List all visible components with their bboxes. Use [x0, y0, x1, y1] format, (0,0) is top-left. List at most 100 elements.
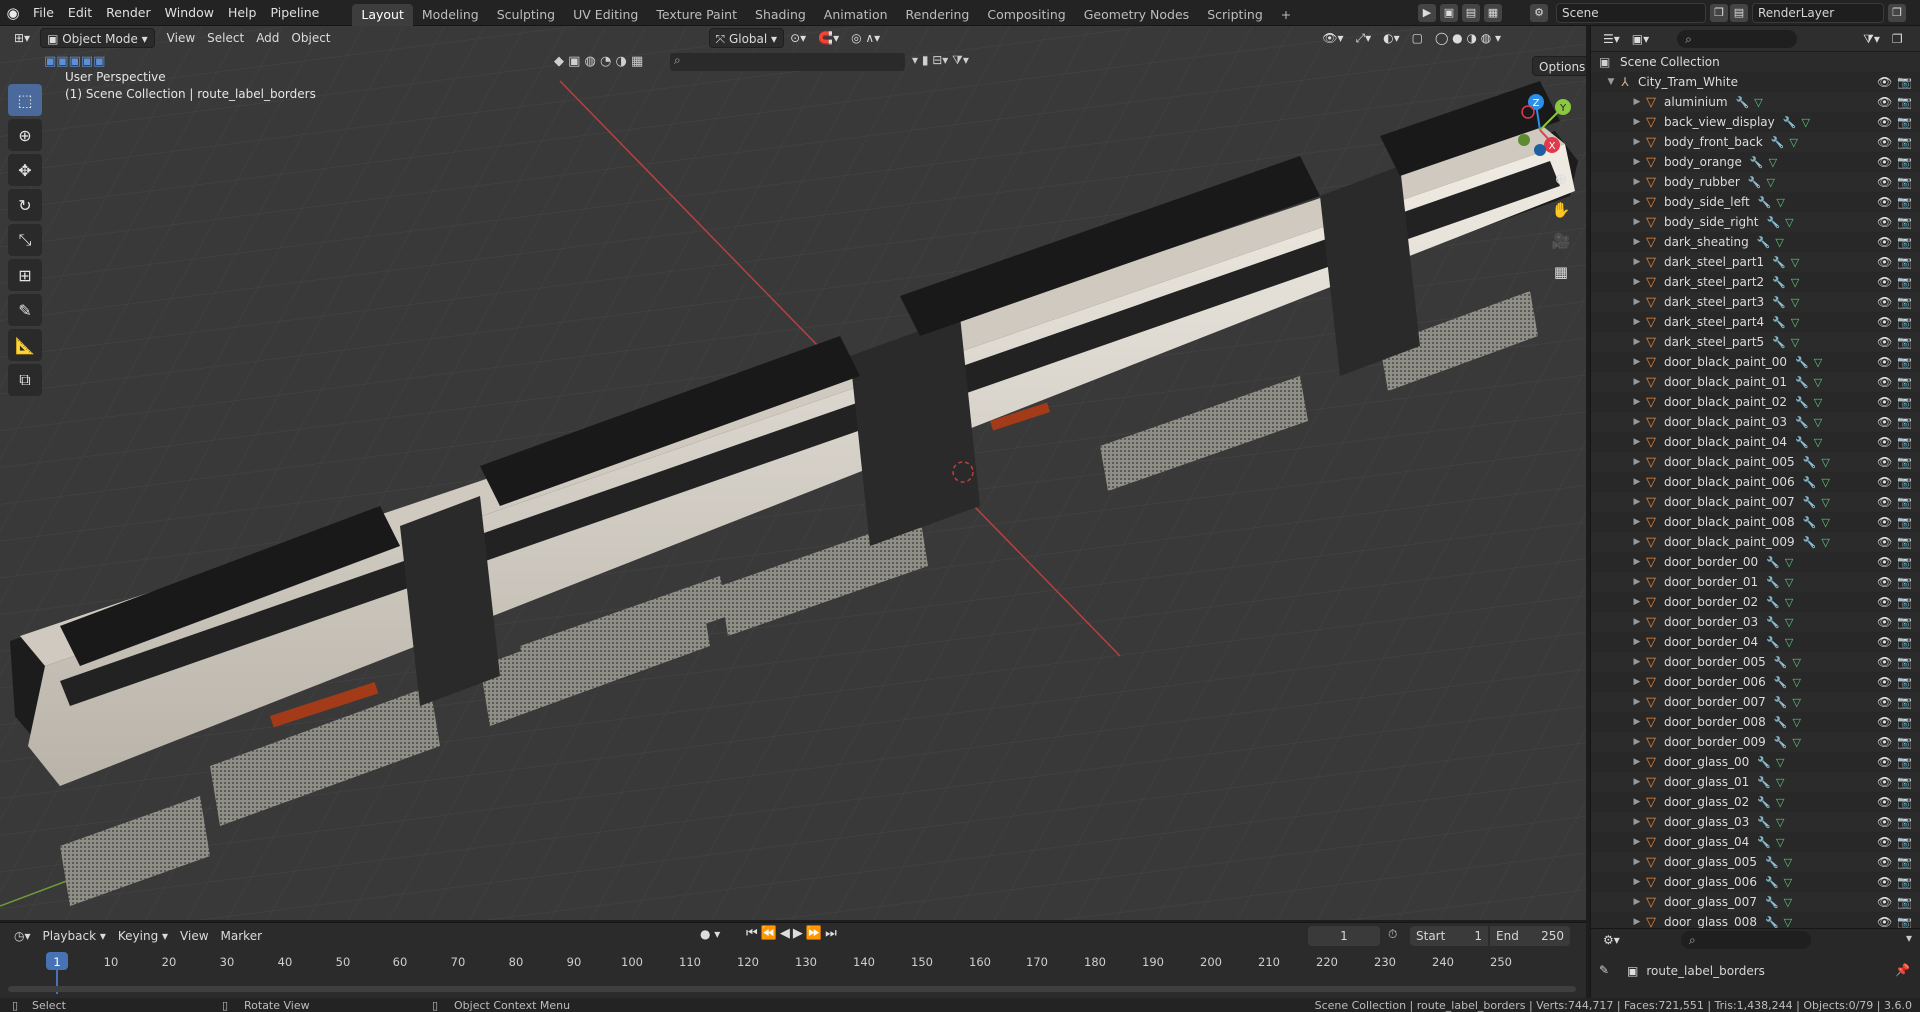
- mesh-data-icon[interactable]: ▽: [1814, 416, 1822, 429]
- modifier-icon[interactable]: 🔧: [1765, 916, 1779, 929]
- visibility-eye-icon[interactable]: 👁: [1877, 275, 1892, 289]
- expand-triangle-icon[interactable]: ▶: [1631, 917, 1643, 927]
- expand-triangle-icon[interactable]: ▶: [1631, 657, 1643, 667]
- render-camera-icon[interactable]: 📷: [1897, 715, 1912, 729]
- timeline-menu-playback[interactable]: Playback ▾: [37, 926, 112, 946]
- tab-shading[interactable]: Shading: [746, 4, 815, 26]
- menu-pipeline[interactable]: Pipeline: [263, 0, 326, 26]
- expand-triangle-icon[interactable]: ▶: [1631, 177, 1643, 187]
- modifier-icon[interactable]: 🔧: [1783, 116, 1797, 129]
- menu-file[interactable]: File: [26, 0, 61, 26]
- menu-render[interactable]: Render: [99, 0, 158, 26]
- visibility-eye-icon[interactable]: 👁: [1877, 635, 1892, 649]
- render-icon[interactable]: ▶: [1418, 4, 1436, 22]
- render-camera-icon[interactable]: 📷: [1897, 415, 1912, 429]
- expand-triangle-icon[interactable]: ▶: [1631, 717, 1643, 727]
- expand-triangle-icon[interactable]: ▶: [1631, 757, 1643, 767]
- visibility-eye-icon[interactable]: 👁: [1877, 355, 1892, 369]
- modifier-icon[interactable]: 🔧: [1765, 876, 1779, 889]
- modifier-icon[interactable]: 🔧: [1803, 536, 1817, 549]
- outliner-object-row[interactable]: ▶ ▽ door_border_02 🔧 ▽ 👁 📷: [1591, 592, 1920, 612]
- mesh-data-icon[interactable]: ▽: [1785, 596, 1793, 609]
- render-camera-icon[interactable]: 📷: [1897, 595, 1912, 609]
- expand-triangle-icon[interactable]: ▶: [1631, 817, 1643, 827]
- expand-triangle-icon[interactable]: ▶: [1631, 557, 1643, 567]
- visibility-eye-icon[interactable]: 👁: [1877, 315, 1892, 329]
- outliner-object-row[interactable]: ▶ ▽ door_glass_006 🔧 ▽ 👁 📷: [1591, 872, 1920, 892]
- render-camera-icon[interactable]: 📷: [1897, 395, 1912, 409]
- mesh-data-icon[interactable]: ▽: [1776, 816, 1784, 829]
- visibility-eye-icon[interactable]: 👁: [1877, 95, 1892, 109]
- mesh-data-icon[interactable]: ▽: [1776, 776, 1784, 789]
- expand-triangle-icon[interactable]: ▶: [1631, 317, 1643, 327]
- select-box-tool-icon[interactable]: ⬚: [8, 84, 42, 116]
- viewport-menu-select[interactable]: Select: [201, 28, 250, 48]
- scene-icon[interactable]: ⚙: [1530, 4, 1548, 22]
- expand-triangle-icon[interactable]: ▶: [1631, 337, 1643, 347]
- move-tool-icon[interactable]: ✥: [8, 154, 42, 186]
- visibility-eye-icon[interactable]: 👁: [1877, 75, 1892, 89]
- transform-orientation[interactable]: ⤧ Global ▾: [708, 28, 785, 48]
- render-camera-icon[interactable]: 📷: [1897, 755, 1912, 769]
- outliner-object-row[interactable]: ▶ ▽ dark_steel_part3 🔧 ▽ 👁 📷: [1591, 292, 1920, 312]
- modifier-icon[interactable]: 🔧: [1757, 836, 1771, 849]
- render-camera-icon[interactable]: 📷: [1897, 815, 1912, 829]
- outliner-object-row[interactable]: ▶ ▽ door_black_paint_007 🔧 ▽ 👁 📷: [1591, 492, 1920, 512]
- tab-geometry-nodes[interactable]: Geometry Nodes: [1075, 4, 1198, 26]
- xray-icon[interactable]: ▢: [1406, 28, 1429, 48]
- render-camera-icon[interactable]: 📷: [1897, 615, 1912, 629]
- expand-triangle-icon[interactable]: ▶: [1631, 597, 1643, 607]
- timeline-menu-view[interactable]: View: [174, 926, 214, 946]
- outliner-object-row[interactable]: ▶ ▽ dark_steel_part2 🔧 ▽ 👁 📷: [1591, 272, 1920, 292]
- outliner-object-row[interactable]: ▶ ▽ door_glass_00 🔧 ▽ 👁 📷: [1591, 752, 1920, 772]
- modifier-icon[interactable]: 🔧: [1757, 796, 1771, 809]
- outliner-object-row[interactable]: ▶ ▽ door_glass_007 🔧 ▽ 👁 📷: [1591, 892, 1920, 912]
- modifier-icon[interactable]: 🔧: [1748, 176, 1762, 189]
- gizmo-neg-x-icon[interactable]: [1521, 105, 1535, 119]
- expand-triangle-icon[interactable]: ▶: [1631, 617, 1643, 627]
- view-render-icon[interactable]: ▤: [1462, 4, 1480, 22]
- tab-animation[interactable]: Animation: [815, 4, 897, 26]
- visibility-icon[interactable]: 👁▾: [1316, 28, 1349, 48]
- add-cube-tool-icon[interactable]: ⧉: [8, 364, 42, 396]
- expand-triangle-icon[interactable]: ▶: [1631, 517, 1643, 527]
- render-camera-icon[interactable]: 📷: [1897, 675, 1912, 689]
- outliner-object-row[interactable]: ▶ ▽ dark_steel_part4 🔧 ▽ 👁 📷: [1591, 312, 1920, 332]
- render-camera-icon[interactable]: 📷: [1897, 535, 1912, 549]
- visibility-eye-icon[interactable]: 👁: [1877, 595, 1892, 609]
- render-camera-icon[interactable]: 📷: [1897, 255, 1912, 269]
- mesh-data-icon[interactable]: ▽: [1821, 516, 1829, 529]
- outliner-object-row[interactable]: ▶ ▽ back_view_display 🔧 ▽ 👁 📷: [1591, 112, 1920, 132]
- render-camera-icon[interactable]: 📷: [1897, 135, 1912, 149]
- render-camera-icon[interactable]: 📷: [1897, 95, 1912, 109]
- outliner-object-row[interactable]: ▶ ▽ door_black_paint_01 🔧 ▽ 👁 📷: [1591, 372, 1920, 392]
- modifier-icon[interactable]: 🔧: [1757, 236, 1771, 249]
- outliner-search-icon[interactable]: ⌕: [1677, 29, 1798, 48]
- menu-window[interactable]: Window: [158, 0, 221, 26]
- outliner-object-row[interactable]: ▶ ▽ door_black_paint_03 🔧 ▽ 👁 📷: [1591, 412, 1920, 432]
- modifier-icon[interactable]: 🔧: [1766, 216, 1780, 229]
- visibility-eye-icon[interactable]: 👁: [1877, 555, 1892, 569]
- visibility-eye-icon[interactable]: 👁: [1877, 875, 1892, 889]
- render-camera-icon[interactable]: 📷: [1897, 695, 1912, 709]
- render-camera-icon[interactable]: 📷: [1897, 195, 1912, 209]
- mesh-data-icon[interactable]: ▽: [1814, 356, 1822, 369]
- visibility-eye-icon[interactable]: 👁: [1877, 395, 1892, 409]
- mesh-data-icon[interactable]: ▽: [1814, 436, 1822, 449]
- outliner-object-row[interactable]: ▶ ▽ door_black_paint_006 🔧 ▽ 👁 📷: [1591, 472, 1920, 492]
- outliner-object-row[interactable]: ▶ ▽ door_border_00 🔧 ▽ 👁 📷: [1591, 552, 1920, 572]
- mesh-data-icon[interactable]: ▽: [1775, 236, 1783, 249]
- mesh-data-icon[interactable]: ▽: [1792, 676, 1800, 689]
- render-camera-icon[interactable]: 📷: [1897, 735, 1912, 749]
- visibility-eye-icon[interactable]: 👁: [1877, 615, 1892, 629]
- render-camera-icon[interactable]: 📷: [1897, 895, 1912, 909]
- expand-triangle-icon[interactable]: ▶: [1631, 97, 1643, 107]
- tab-texture-paint[interactable]: Texture Paint: [647, 4, 746, 26]
- expand-triangle-icon[interactable]: ▶: [1631, 857, 1643, 867]
- visibility-eye-icon[interactable]: 👁: [1877, 895, 1892, 909]
- cursor-tool-icon[interactable]: ⊕: [8, 119, 42, 151]
- outliner-object-row[interactable]: ▶ ▽ door_border_008 🔧 ▽ 👁 📷: [1591, 712, 1920, 732]
- visibility-eye-icon[interactable]: 👁: [1877, 415, 1892, 429]
- modifier-icon[interactable]: 🔧: [1795, 376, 1809, 389]
- visibility-eye-icon[interactable]: 👁: [1877, 475, 1892, 489]
